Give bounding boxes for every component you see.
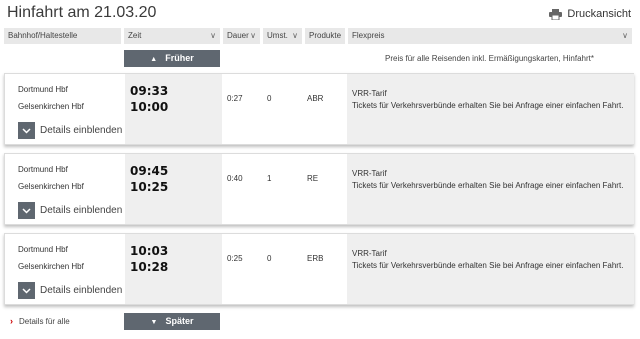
tariff-name: VRR-Tarif xyxy=(352,169,387,178)
connection-card[interactable]: Dortmund Hbf Gelsenkirchen Hbf 09:33 10:… xyxy=(4,73,634,145)
departure-time: 09:45 xyxy=(130,164,169,178)
arrival-station: Gelsenkirchen Hbf xyxy=(18,182,84,191)
duration: 0:40 xyxy=(227,174,243,183)
arrival-time: 10:25 xyxy=(130,180,169,194)
products: RE xyxy=(307,174,319,183)
details-toggle[interactable]: Details einblenden xyxy=(18,122,122,139)
arrow-down-icon: ▼ xyxy=(150,319,158,326)
tariff-name: VRR-Tarif xyxy=(352,89,387,98)
chevron-down-icon xyxy=(18,282,35,299)
arrival-time: 10:00 xyxy=(130,100,169,114)
connection-card[interactable]: Dortmund Hbf Gelsenkirchen Hbf 10:03 10:… xyxy=(4,233,634,305)
arrival-station: Gelsenkirchen Hbf xyxy=(18,102,84,111)
chevron-down-icon xyxy=(18,202,35,219)
column-header-time[interactable]: Zeit ∨ xyxy=(124,28,220,44)
departure-time: 09:33 xyxy=(130,84,169,98)
earlier-button[interactable]: ▲ Früher xyxy=(124,50,220,67)
details-for-all-link[interactable]: › Details für alle xyxy=(10,316,70,326)
column-header-changes[interactable]: Umst. ∨ xyxy=(263,28,302,44)
print-label: Druckansicht xyxy=(567,8,631,20)
products: ERB xyxy=(307,254,324,263)
duration: 0:25 xyxy=(227,254,243,263)
details-label: Details einblenden xyxy=(40,125,123,136)
changes: 0 xyxy=(267,94,272,103)
tariff-name: VRR-Tarif xyxy=(352,249,387,258)
departure-station: Dortmund Hbf xyxy=(18,245,68,254)
departure-time: 10:03 xyxy=(130,244,169,258)
price-note: Preis für alle Reisenden inkl. Ermäßigun… xyxy=(385,54,594,63)
departure-station: Dortmund Hbf xyxy=(18,165,68,174)
tariff-text: Tickets für Verkehrsverbünde erhalten Si… xyxy=(352,101,624,110)
chevron-down-icon: ∨ xyxy=(622,31,628,40)
products: ABR xyxy=(307,94,324,103)
column-header-flexprice[interactable]: Flexpreis ∨ xyxy=(348,28,632,44)
chevron-down-icon: ∨ xyxy=(292,31,298,40)
arrival-station: Gelsenkirchen Hbf xyxy=(18,262,84,271)
chevron-right-icon: › xyxy=(10,316,13,326)
details-toggle[interactable]: Details einblenden xyxy=(18,202,122,219)
tariff-text: Tickets für Verkehrsverbünde erhalten Si… xyxy=(352,261,624,270)
chevron-down-icon: ∨ xyxy=(250,31,256,40)
column-header-products[interactable]: Produkte xyxy=(305,28,345,44)
arrow-up-icon: ▲ xyxy=(150,56,158,63)
page-title: Hinfahrt am 21.03.20 xyxy=(7,4,157,21)
later-button[interactable]: ▼ Später xyxy=(124,313,220,330)
tariff-text: Tickets für Verkehrsverbünde erhalten Si… xyxy=(352,181,624,190)
departure-station: Dortmund Hbf xyxy=(18,85,68,94)
details-toggle[interactable]: Details einblenden xyxy=(18,282,122,299)
connection-card[interactable]: Dortmund Hbf Gelsenkirchen Hbf 09:45 10:… xyxy=(4,153,634,225)
arrival-time: 10:28 xyxy=(130,260,169,274)
details-for-all-label: Details für alle xyxy=(19,316,70,326)
chevron-down-icon: ∨ xyxy=(210,31,216,40)
details-label: Details einblenden xyxy=(40,205,123,216)
column-header-duration[interactable]: Dauer ∨ xyxy=(223,28,260,44)
changes: 0 xyxy=(267,254,272,263)
duration: 0:27 xyxy=(227,94,243,103)
print-button[interactable]: Druckansicht xyxy=(549,8,631,20)
chevron-down-icon xyxy=(18,122,35,139)
printer-icon xyxy=(549,8,563,20)
changes: 1 xyxy=(267,174,272,183)
column-header-station[interactable]: Bahnhof/Haltestelle xyxy=(4,28,121,44)
details-label: Details einblenden xyxy=(40,285,123,296)
